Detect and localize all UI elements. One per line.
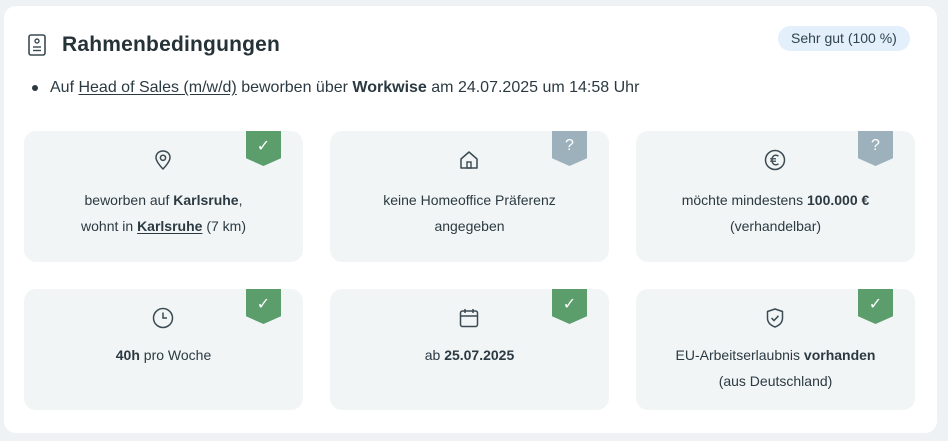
location-pin-icon: [155, 150, 171, 171]
tile-permit-text: EU-Arbeitserlaubnis vorhanden (aus Deuts…: [636, 342, 915, 394]
clock-icon: [152, 307, 174, 329]
application-info: Auf Head of Sales (m/w/d) beworben über …: [32, 79, 639, 97]
checkmark-icon: ✓: [562, 296, 577, 313]
salary-amount: 100.000 €: [807, 192, 870, 208]
status-ok-flag: ✓: [552, 289, 587, 324]
applied-label: beworben auf: [84, 192, 170, 208]
applied-city: Karlsruhe: [173, 192, 239, 208]
tile-location: ✓ beworben auf Karlsruhe, wohnt in Karls…: [24, 131, 303, 262]
status-ok-flag: ✓: [246, 289, 281, 324]
status-unknown-flag: ?: [552, 131, 587, 166]
application-prefix: Auf: [50, 79, 75, 96]
application-platform: Workwise: [352, 79, 427, 96]
shield-check-icon: [766, 308, 784, 328]
tile-homeoffice: ? keine Homeoffice Präferenz angegeben: [330, 131, 609, 262]
tile-start-date: ✓ ab 25.07.2025: [330, 289, 609, 410]
tile-work-permit: ✓ EU-Arbeitserlaubnis vorhanden (aus Deu…: [636, 289, 915, 410]
checkmark-icon: ✓: [256, 296, 271, 313]
lives-label: wohnt in: [81, 218, 134, 234]
status-ok-flag: ✓: [246, 131, 281, 166]
bullet-dot: [32, 85, 38, 91]
application-via: beworben über: [241, 79, 348, 96]
start-prefix: ab: [424, 347, 441, 363]
tile-hours-text: 40h pro Woche: [24, 342, 303, 368]
question-icon: ?: [871, 137, 880, 154]
comma: ,: [238, 192, 243, 208]
status-unknown-flag: ?: [858, 131, 893, 166]
checkmark-icon: ✓: [868, 296, 883, 313]
tile-homeoffice-text: keine Homeoffice Präferenz angegeben: [330, 187, 609, 239]
hours-value: 40h: [115, 347, 140, 363]
homeoffice-line2: angegeben: [434, 218, 505, 234]
checkmark-icon: ✓: [256, 138, 271, 155]
tile-location-text: beworben auf Karlsruhe, wohnt in Karlsru…: [24, 187, 303, 239]
calendar-icon: [459, 309, 479, 328]
euro-icon: [764, 149, 786, 171]
residence-city-link[interactable]: Karlsruhe: [137, 218, 202, 234]
section-title: Rahmenbedingungen: [62, 33, 281, 56]
tile-hours: ✓ 40h pro Woche: [24, 289, 303, 410]
document-icon: [28, 34, 46, 56]
tile-start-text: ab 25.07.2025: [330, 342, 609, 368]
application-date: am 24.07.2025 um 14:58 Uhr: [431, 79, 640, 96]
permit-status: vorhanden: [803, 347, 876, 363]
homeoffice-line1: keine Homeoffice Präferenz: [383, 192, 556, 208]
tile-salary: ? möchte mindestens 100.000 € (verhandel…: [636, 131, 915, 262]
job-link[interactable]: Head of Sales (m/w/d): [78, 79, 236, 97]
permit-label: EU-Arbeitserlaubnis: [675, 347, 801, 363]
rating-badge: Sehr gut (100 %): [778, 26, 910, 51]
permit-origin: (aus Deutschland): [718, 373, 833, 389]
question-icon: ?: [565, 137, 574, 154]
hours-suffix: pro Woche: [143, 347, 212, 363]
tile-salary-text: möchte mindestens 100.000 € (verhandelba…: [636, 187, 915, 239]
distance: (7 km): [206, 218, 246, 234]
home-icon: [460, 151, 478, 169]
start-date: 25.07.2025: [444, 347, 515, 363]
status-ok-flag: ✓: [858, 289, 893, 324]
section-header: Rahmenbedingungen: [28, 32, 280, 58]
salary-label: möchte mindestens: [681, 192, 804, 208]
salary-note: (verhandelbar): [729, 218, 822, 234]
